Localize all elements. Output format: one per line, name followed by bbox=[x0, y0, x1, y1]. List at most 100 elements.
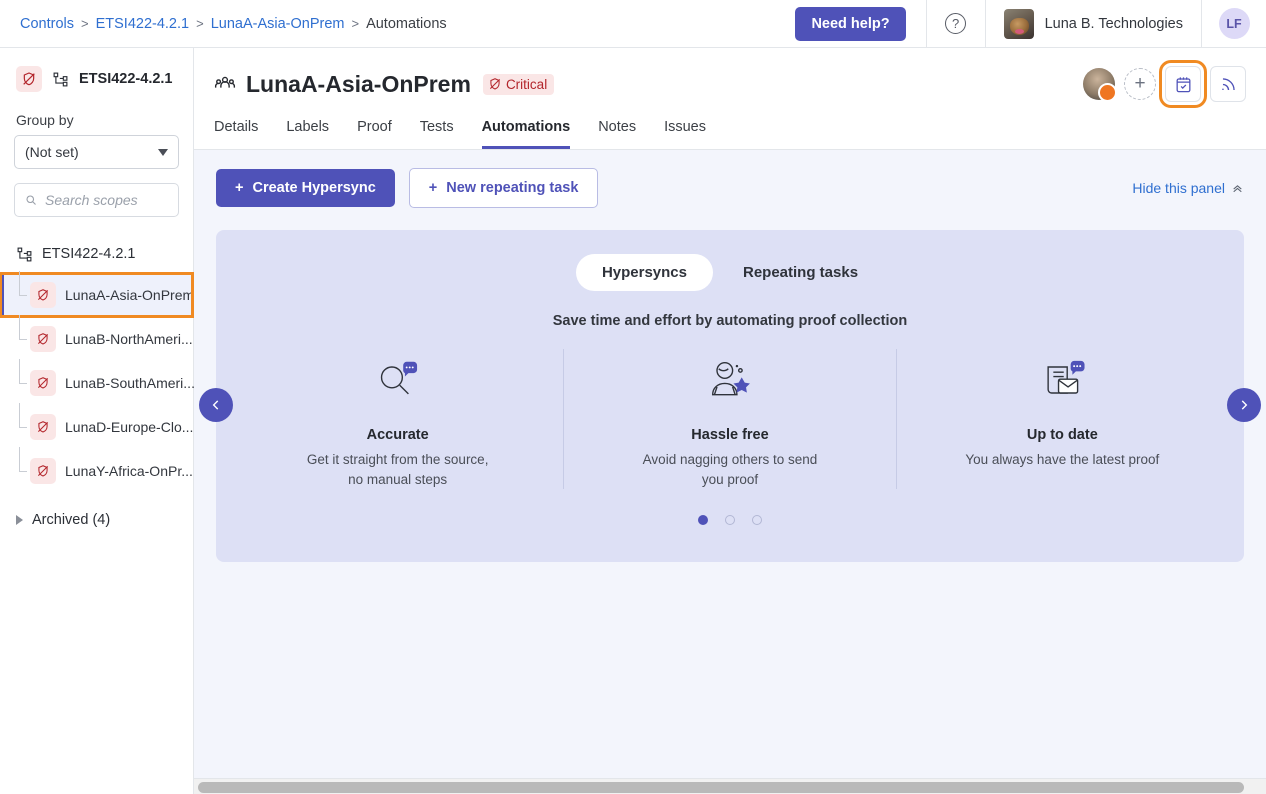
crossed-shield-icon bbox=[16, 66, 42, 92]
hide-panel-label: Hide this panel bbox=[1132, 180, 1225, 196]
org-name: Luna B. Technologies bbox=[1044, 15, 1183, 32]
action-button-row: + Create Hypersync + New repeating task … bbox=[194, 168, 1266, 208]
tab-tests[interactable]: Tests bbox=[420, 119, 454, 149]
promo-card-title: Hassle free bbox=[691, 427, 769, 443]
hierarchy-icon bbox=[17, 247, 32, 261]
sidebar-item-lunab-southamerica[interactable]: LunaB-SouthAmeri... bbox=[0, 359, 195, 405]
create-hypersync-label: Create Hypersync bbox=[252, 180, 376, 196]
plus-icon: + bbox=[428, 180, 438, 196]
search-scopes-input[interactable] bbox=[45, 192, 168, 208]
org-avatar bbox=[1003, 8, 1034, 39]
crossed-shield-icon bbox=[30, 326, 56, 352]
hide-panel-button[interactable]: Hide this panel bbox=[1132, 180, 1244, 196]
chevron-right-icon bbox=[1241, 400, 1248, 410]
help-button[interactable]: ? bbox=[927, 0, 985, 48]
sidebar-item-lunaa-asia-onprem[interactable]: LunaA-Asia-OnPrem bbox=[0, 271, 195, 318]
calendar-check-icon bbox=[1176, 76, 1190, 92]
tab-details[interactable]: Details bbox=[214, 119, 258, 149]
triangle-right-icon bbox=[16, 515, 23, 525]
tree-root-label: ETSI422-4.2.1 bbox=[42, 246, 136, 262]
breadcrumb: Controls > ETSI422-4.2.1 > LunaA-Asia-On… bbox=[0, 16, 795, 32]
search-scopes-box[interactable] bbox=[14, 183, 179, 217]
horizontal-scrollbar[interactable] bbox=[194, 778, 1266, 794]
promo-card-desc: Get it straight from the source, no manu… bbox=[306, 452, 489, 487]
tree-connector bbox=[19, 359, 29, 405]
group-by-select[interactable]: (Not set) bbox=[14, 135, 179, 169]
promo-card-desc: You always have the latest proof bbox=[965, 452, 1160, 467]
toggle-hypersyncs[interactable]: Hypersyncs bbox=[575, 254, 713, 291]
org-switcher[interactable]: Luna B. Technologies bbox=[986, 0, 1201, 48]
body: ETSI422-4.2.1 Group by (Not set) ETSI422… bbox=[0, 48, 1266, 794]
sidebar-item-label: LunaB-NorthAmeri... bbox=[65, 331, 193, 347]
automations-content: + Create Hypersync + New repeating task … bbox=[194, 149, 1266, 794]
group-by-value: (Not set) bbox=[25, 144, 79, 160]
people-group-icon bbox=[214, 76, 236, 88]
sidebar-scope-header: ETSI422-4.2.1 bbox=[0, 66, 193, 92]
carousel-dot-2[interactable] bbox=[725, 515, 735, 526]
chevron-down-icon bbox=[158, 148, 168, 156]
carousel-dot-3[interactable] bbox=[752, 515, 762, 526]
carousel-next-button[interactable] bbox=[1227, 388, 1261, 422]
new-repeating-task-label: New repeating task bbox=[446, 180, 579, 196]
promo-card-hassle-free: Hassle free Avoid nagging others to send… bbox=[563, 349, 895, 490]
promo-card-up-to-date: Up to date You always have the latest pr… bbox=[895, 349, 1228, 490]
scrollbar-thumb[interactable] bbox=[198, 782, 1244, 793]
top-bar: Controls > ETSI422-4.2.1 > LunaA-Asia-On… bbox=[0, 0, 1266, 48]
add-person-button[interactable]: + bbox=[1124, 68, 1156, 100]
crossed-shield-icon bbox=[30, 282, 56, 308]
group-by-label: Group by bbox=[16, 112, 74, 128]
crossed-shield-icon bbox=[30, 414, 56, 440]
breadcrumb-item-controls[interactable]: Controls bbox=[20, 16, 74, 32]
create-hypersync-button[interactable]: + Create Hypersync bbox=[216, 169, 395, 207]
owner-avatar[interactable] bbox=[1083, 68, 1117, 102]
tree-connector bbox=[19, 403, 29, 449]
promo-toggle-group: Hypersyncs Repeating tasks bbox=[232, 254, 1228, 291]
carousel-dots bbox=[232, 515, 1228, 526]
user-menu-button[interactable]: LF bbox=[1202, 0, 1266, 48]
promo-card-title: Accurate bbox=[366, 427, 429, 443]
tab-labels[interactable]: Labels bbox=[286, 119, 329, 149]
promo-card-desc: Avoid nagging others to send you proof bbox=[642, 452, 818, 487]
sidebar-item-lunab-northamerica[interactable]: LunaB-NorthAmeri... bbox=[0, 315, 193, 361]
new-repeating-task-button[interactable]: + New repeating task bbox=[408, 168, 599, 208]
sidebar-scope-title: ETSI422-4.2.1 bbox=[79, 71, 173, 87]
scope-sidebar: ETSI422-4.2.1 Group by (Not set) ETSI422… bbox=[0, 48, 195, 794]
breadcrumb-item-control[interactable]: ETSI422-4.2.1 bbox=[96, 16, 190, 32]
crossed-shield-icon bbox=[30, 458, 56, 484]
sidebar-item-label: LunaA-Asia-OnPrem bbox=[65, 287, 195, 303]
breadcrumb-separator: > bbox=[81, 16, 89, 31]
sidebar-item-label: LunaB-SouthAmeri... bbox=[65, 375, 195, 391]
person-star-icon bbox=[582, 349, 877, 411]
promo-card-title: Up to date bbox=[1026, 427, 1098, 443]
page-title: LunaA-Asia-OnPrem bbox=[246, 70, 471, 97]
activity-feed-button[interactable] bbox=[1210, 66, 1246, 102]
sidebar-item-lunad-europe-cloud[interactable]: LunaD-Europe-Clo... bbox=[0, 403, 193, 449]
promo-panel: Hypersyncs Repeating tasks Save time and… bbox=[216, 230, 1244, 562]
carousel-prev-button[interactable] bbox=[199, 388, 233, 422]
need-help-button[interactable]: Need help? bbox=[795, 6, 906, 41]
crossed-shield-icon bbox=[489, 78, 500, 90]
main-header: LunaA-Asia-OnPrem Critical + Details Lab… bbox=[194, 48, 1266, 149]
chevron-left-icon bbox=[212, 400, 219, 410]
chevron-double-up-icon bbox=[1233, 184, 1242, 192]
tab-automations[interactable]: Automations bbox=[481, 119, 571, 149]
carousel-dot-1[interactable] bbox=[698, 515, 708, 526]
document-envelope-bubble-icon bbox=[915, 349, 1210, 411]
magnifier-bubble-icon bbox=[250, 349, 545, 411]
tab-proof[interactable]: Proof bbox=[357, 119, 392, 149]
breadcrumb-item-scope[interactable]: LunaA-Asia-OnPrem bbox=[211, 16, 345, 32]
tasks-button[interactable] bbox=[1159, 60, 1207, 108]
tab-issues[interactable]: Issues bbox=[664, 119, 706, 149]
status-badge-label: Critical bbox=[505, 76, 548, 92]
sidebar-item-lunay-africa-onprem[interactable]: LunaY-Africa-OnPr... bbox=[0, 447, 193, 493]
breadcrumb-separator: > bbox=[196, 16, 204, 31]
crossed-shield-icon bbox=[30, 370, 56, 396]
toggle-repeating-tasks[interactable]: Repeating tasks bbox=[717, 254, 884, 291]
tree-root-node[interactable]: ETSI422-4.2.1 bbox=[0, 239, 193, 269]
main-area: LunaA-Asia-OnPrem Critical + Details Lab… bbox=[194, 48, 1266, 794]
promo-subtitle: Save time and effort by automating proof… bbox=[552, 313, 908, 329]
question-circle-icon: ? bbox=[945, 13, 967, 34]
archived-section-toggle[interactable]: Archived (4) bbox=[0, 499, 193, 541]
tab-notes[interactable]: Notes bbox=[598, 119, 636, 149]
search-icon bbox=[26, 195, 36, 205]
